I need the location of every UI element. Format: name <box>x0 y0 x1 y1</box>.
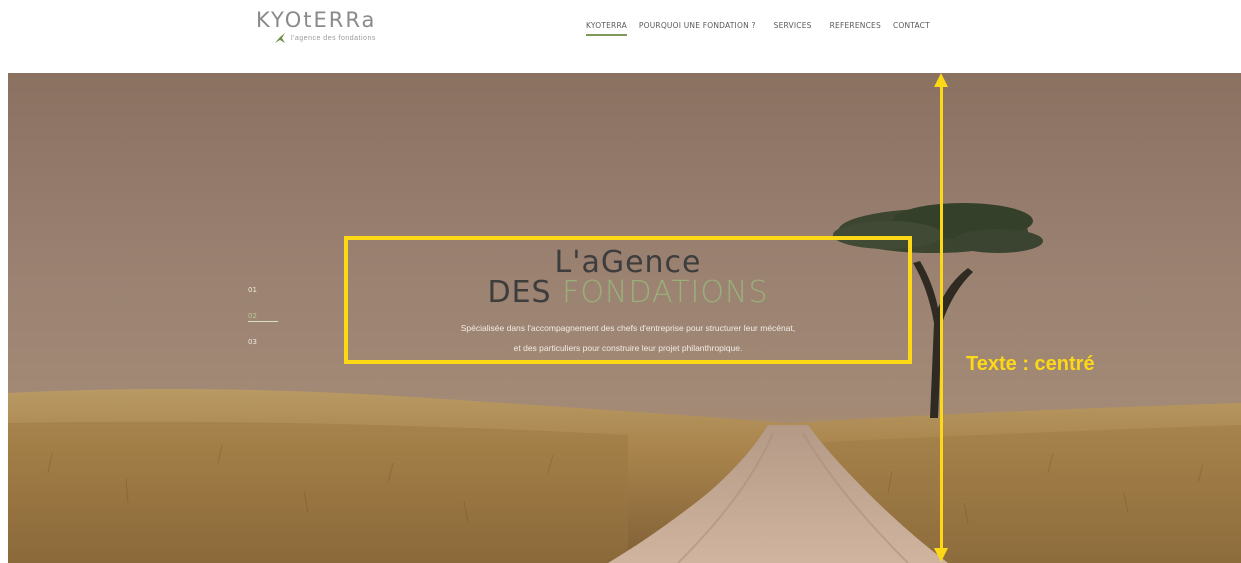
slide-indicator-2[interactable]: 02 <box>248 312 278 322</box>
annotation-highlight-box <box>344 236 912 364</box>
logo[interactable]: KYOtERRa l'agence des fondations <box>256 8 376 44</box>
logo-text: KYOtERRa <box>256 8 377 32</box>
nav-item-contact[interactable]: CONTACT <box>887 21 936 30</box>
arrow-up-icon <box>934 73 948 87</box>
nav-item-kyoterra[interactable]: KYOTERRA <box>580 21 633 36</box>
slide-indicator-1[interactable]: 01 <box>248 286 257 294</box>
main-nav: KYOTERRA POURQUOI UNE FONDATION ? SERVIC… <box>580 21 936 36</box>
logo-tagline-row: l'agence des fondations <box>274 32 376 44</box>
slide-indicator-3[interactable]: 03 <box>248 338 257 346</box>
leaf-icon <box>275 33 285 43</box>
arrow-down-icon <box>934 548 948 562</box>
annotation-arrow-line <box>940 80 943 554</box>
annotation-label: Texte : centré <box>966 353 1095 375</box>
logo-tagline: l'agence des fondations <box>291 34 376 42</box>
slide-indicators: 01 02 03 <box>248 286 278 364</box>
nav-item-references[interactable]: REFERENCES <box>824 21 887 30</box>
nav-item-services[interactable]: SERVICES <box>768 21 818 30</box>
site-header: KYOtERRa l'agence des fondations KYOTERR… <box>0 0 1241 72</box>
nav-item-pourquoi[interactable]: POURQUOI UNE FONDATION ? <box>633 21 762 30</box>
